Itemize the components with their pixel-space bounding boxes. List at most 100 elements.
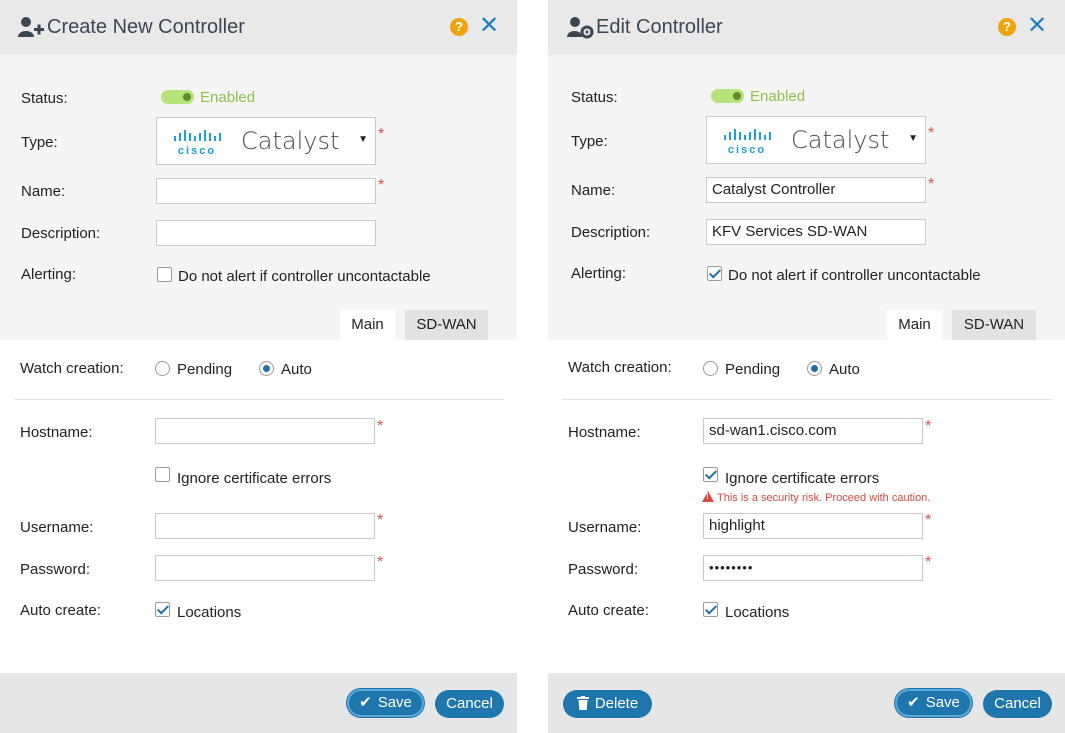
divider <box>14 399 504 400</box>
watch-pending-label: Pending <box>725 361 781 378</box>
cert-warning-message: This is a security risk. Proceed with ca… <box>702 490 930 504</box>
required-marker: * <box>377 554 384 571</box>
cisco-logo-icon: cisco <box>724 129 771 155</box>
type-select[interactable]: cisco Catalyst ▼ <box>156 117 376 165</box>
help-icon[interactable]: ? <box>450 18 468 36</box>
auto-create-label: Auto create: <box>568 602 649 619</box>
ignore-cert-label: Ignore certificate errors <box>725 470 880 487</box>
locations-checkbox[interactable] <box>155 602 170 617</box>
type-select-value: Catalyst <box>791 126 890 154</box>
tab-sd-wan[interactable]: SD-WAN <box>952 310 1036 340</box>
watch-auto-label: Auto <box>829 361 860 378</box>
password-label: Password: <box>20 561 91 578</box>
add-user-icon <box>18 17 44 37</box>
dialog-header: Edit Controller ? ✕ <box>548 0 1065 55</box>
alerting-option-label: Do not alert if controller uncontactable <box>728 267 981 284</box>
description-input[interactable]: KFV Services SD-WAN <box>706 219 926 245</box>
locations-checkbox[interactable] <box>703 602 718 617</box>
status-value: Enabled <box>750 88 806 105</box>
save-button[interactable]: ✔ Save <box>347 689 424 717</box>
password-input[interactable]: •••••••• <box>703 555 923 581</box>
type-select-value: Catalyst <box>241 127 340 155</box>
edit-controller-dialog: Edit Controller ? ✕ Status: Enabled Type… <box>548 0 1065 733</box>
checkmark-icon: ✔ <box>907 694 920 711</box>
divider <box>562 399 1052 400</box>
user-settings-icon <box>567 17 594 39</box>
password-input[interactable] <box>155 555 375 581</box>
tab-sd-wan[interactable]: SD-WAN <box>405 310 488 340</box>
chevron-down-icon: ▼ <box>358 134 368 145</box>
required-marker: * <box>378 177 385 194</box>
alerting-label: Alerting: <box>21 266 77 283</box>
warning-icon <box>702 491 714 502</box>
svg-text:cisco: cisco <box>178 145 216 156</box>
watch-pending-label: Pending <box>177 361 233 378</box>
tab-main[interactable]: Main <box>887 310 942 340</box>
required-marker: * <box>377 512 384 529</box>
username-input[interactable]: highlight <box>703 513 923 539</box>
watch-auto-radio[interactable] <box>259 361 274 376</box>
close-icon[interactable]: ✕ <box>479 14 499 38</box>
alerting-checkbox[interactable] <box>707 266 722 281</box>
save-button[interactable]: ✔ Save <box>895 689 972 717</box>
help-icon[interactable]: ? <box>998 18 1016 36</box>
required-marker: * <box>928 176 935 193</box>
ignore-cert-checkbox[interactable] <box>155 467 170 482</box>
chevron-down-icon: ▼ <box>908 133 918 144</box>
locations-label: Locations <box>177 604 242 621</box>
status-toggle[interactable] <box>161 90 194 104</box>
dialog-title: Edit Controller <box>596 16 723 38</box>
hostname-input[interactable] <box>155 418 375 444</box>
svg-text:cisco: cisco <box>728 144 766 155</box>
delete-button[interactable]: Delete <box>563 690 652 718</box>
type-select[interactable]: cisco Catalyst ▼ <box>706 116 926 164</box>
hostname-label: Hostname: <box>20 424 93 441</box>
hostname-input[interactable]: sd-wan1.cisco.com <box>703 418 923 444</box>
dialog-header: Create New Controller ? ✕ <box>0 0 517 55</box>
watch-pending-radio[interactable] <box>155 361 170 376</box>
main-tab-content: Watch creation: Pending Auto Hostname: s… <box>548 340 1065 673</box>
username-input[interactable] <box>155 513 375 539</box>
general-section: Status: Enabled Type: cisco Catalyst ▼ *… <box>548 55 1065 340</box>
panel-gutter <box>517 0 548 733</box>
username-label: Username: <box>568 519 642 536</box>
required-marker: * <box>925 554 932 571</box>
type-label: Type: <box>571 133 608 150</box>
main-tab-content: Watch creation: Pending Auto Hostname: *… <box>0 340 517 673</box>
type-label: Type: <box>21 134 58 151</box>
password-label: Password: <box>568 561 639 578</box>
checkmark-icon: ✔ <box>359 694 372 711</box>
watch-pending-radio[interactable] <box>703 361 718 376</box>
name-label: Name: <box>571 182 616 199</box>
cancel-button[interactable]: Cancel <box>435 690 504 718</box>
general-section: Status: Enabled Type: cisco Catalyst ▼ *… <box>0 55 517 340</box>
watch-auto-radio[interactable] <box>807 361 822 376</box>
ignore-cert-label: Ignore certificate errors <box>177 470 332 487</box>
tab-main[interactable]: Main <box>340 310 395 340</box>
username-label: Username: <box>20 519 94 536</box>
dialog-title: Create New Controller <box>47 16 245 38</box>
status-label: Status: <box>21 90 68 107</box>
status-value: Enabled <box>200 89 256 106</box>
description-input[interactable] <box>156 220 376 246</box>
description-label: Description: <box>571 224 651 241</box>
watch-creation-label: Watch creation: <box>20 360 124 377</box>
trash-icon <box>576 696 589 710</box>
cancel-button[interactable]: Cancel <box>983 690 1052 718</box>
name-input[interactable]: Catalyst Controller <box>706 177 926 203</box>
alerting-checkbox[interactable] <box>157 267 172 282</box>
close-icon[interactable]: ✕ <box>1027 14 1047 38</box>
auto-create-label: Auto create: <box>20 602 101 619</box>
required-marker: * <box>925 418 932 435</box>
status-toggle[interactable] <box>711 89 744 103</box>
status-label: Status: <box>571 89 618 106</box>
name-input[interactable] <box>156 178 376 204</box>
description-label: Description: <box>21 225 101 242</box>
cisco-logo-icon: cisco <box>174 130 221 156</box>
ignore-cert-checkbox[interactable] <box>703 467 718 482</box>
name-label: Name: <box>21 183 66 200</box>
required-marker: * <box>377 418 384 435</box>
required-marker: * <box>378 126 385 143</box>
create-controller-dialog: Create New Controller ? ✕ Status: Enable… <box>0 0 517 733</box>
watch-creation-label: Watch creation: <box>568 359 672 376</box>
